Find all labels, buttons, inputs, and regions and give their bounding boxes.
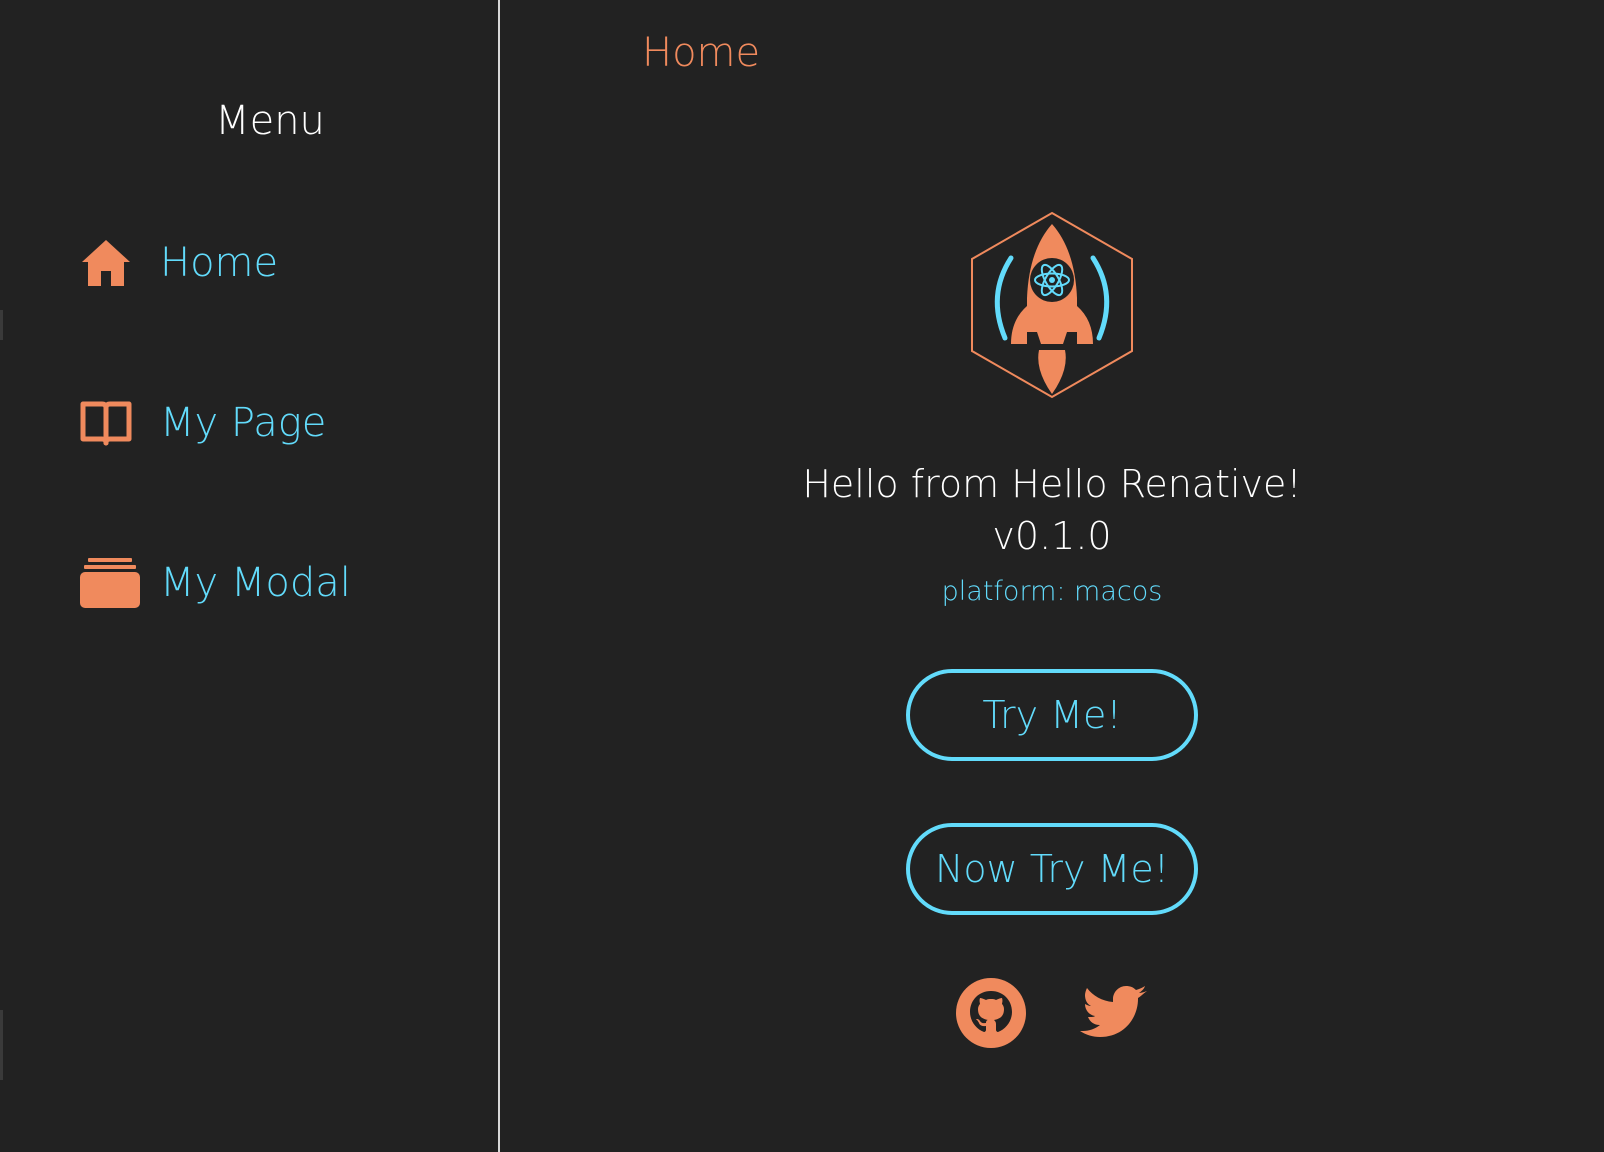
- sidebar-item-my-page[interactable]: My Page: [80, 388, 326, 458]
- platform-text: platform: macos: [941, 576, 1163, 607]
- sidebar-item-label: Home: [160, 240, 279, 286]
- home-icon: [80, 233, 140, 293]
- sidebar-item-label: My Modal: [160, 560, 351, 606]
- window-edge-marker: [0, 1010, 3, 1080]
- main-content: Home Hello from Hello Renative! v0.1.0 p…: [502, 0, 1604, 1152]
- book-icon: [80, 393, 140, 453]
- window-edge-marker: [0, 310, 3, 340]
- social-links: [955, 977, 1149, 1049]
- app-window: Menu Home My Page My Modal Home Hello fr…: [0, 0, 1604, 1152]
- page-title: Home: [642, 30, 761, 76]
- version-text: v0.1.0: [992, 514, 1112, 558]
- sidebar-item-my-modal[interactable]: My Modal: [80, 548, 351, 618]
- sidebar-item-label: My Page: [160, 400, 327, 446]
- sidebar-item-home[interactable]: Home: [80, 228, 278, 298]
- now-try-me-button[interactable]: Now Try Me!: [906, 823, 1198, 915]
- github-icon[interactable]: [955, 977, 1027, 1049]
- stack-icon: [80, 553, 140, 613]
- rocket-logo-icon: [971, 211, 1133, 399]
- sidebar-menu: Menu Home My Page My Modal: [0, 0, 500, 1152]
- twitter-icon[interactable]: [1077, 977, 1149, 1049]
- try-me-button[interactable]: Try Me!: [906, 669, 1198, 761]
- hello-heading: Hello from Hello Renative!: [802, 462, 1302, 506]
- home-content: Hello from Hello Renative! v0.1.0 platfo…: [502, 210, 1602, 1049]
- menu-title: Menu: [215, 98, 325, 144]
